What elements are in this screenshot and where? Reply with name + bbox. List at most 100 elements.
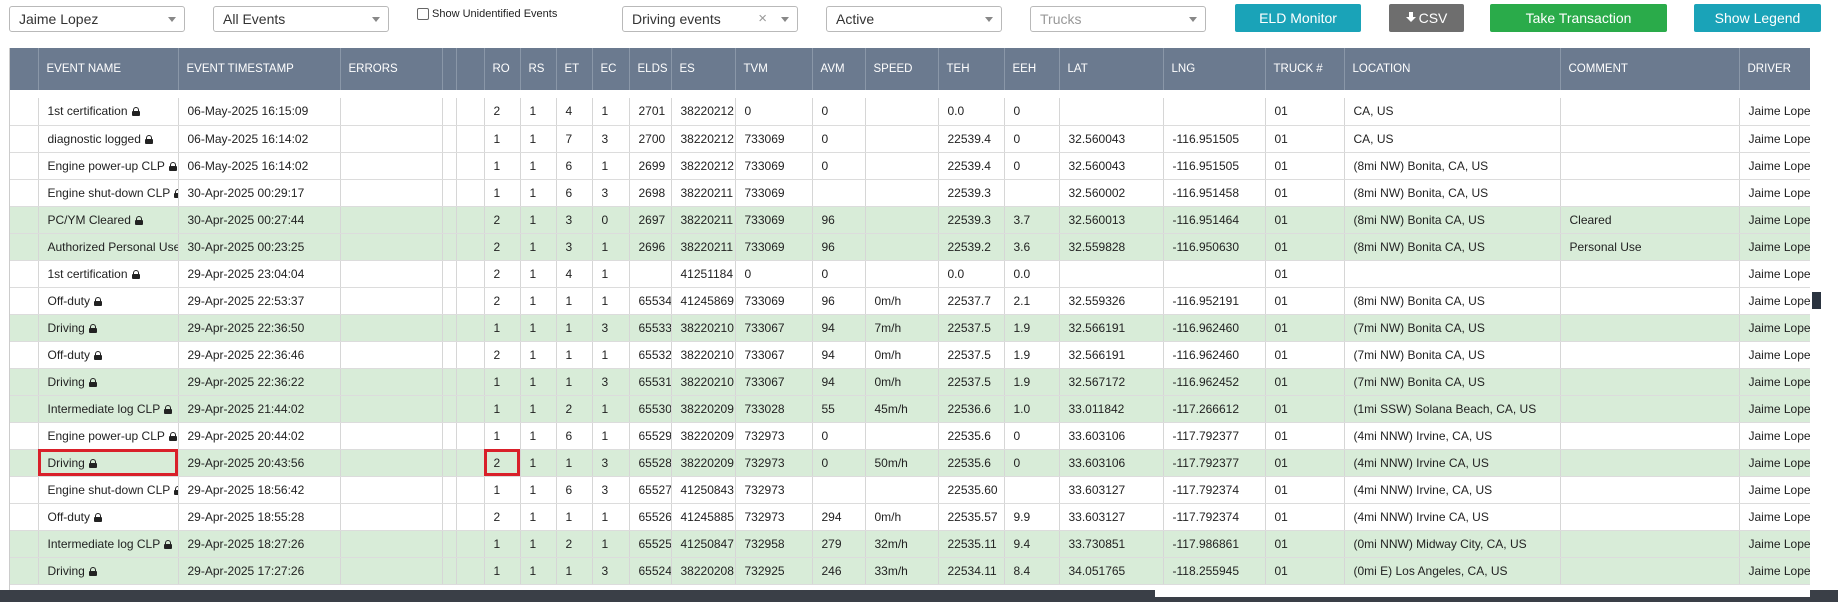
- cell-eeh: 9.9: [1004, 503, 1060, 531]
- show-legend-button[interactable]: Show Legend: [1694, 4, 1821, 32]
- cell-lng: -117.986861: [1163, 530, 1266, 558]
- cell-text: 8.4: [1013, 563, 1031, 578]
- cell-rs: 1: [520, 422, 557, 450]
- column-header-5[interactable]: [456, 48, 485, 90]
- table-row[interactable]: PC/YM Cleared 30-Apr-2025 00:27:44 2 1 3 0 269…: [10, 206, 1810, 234]
- cell-name: PC/YM Cleared: [38, 206, 179, 234]
- cell-text: 38220212: [680, 104, 734, 119]
- column-header-19[interactable]: TRUCK #: [1265, 48, 1345, 90]
- trucks-select[interactable]: Trucks: [1030, 6, 1206, 32]
- cell-eeh: 3.6: [1004, 233, 1060, 261]
- table-row[interactable]: Intermediate log CLP 29-Apr-2025 21:44:02…: [10, 395, 1810, 423]
- cell-text: Jaime Lopez: [1748, 158, 1811, 173]
- chevron-down-icon: [781, 17, 789, 22]
- take-transaction-label: Take Transaction: [1525, 10, 1632, 26]
- cell-text: 733067: [744, 347, 785, 362]
- cell-location: (4mi NNW) Irvine CA, US: [1344, 503, 1561, 531]
- table-row[interactable]: Driving 29-Apr-2025 17:27:26 1 1 1 3 65524 3822…: [10, 557, 1810, 585]
- events-select[interactable]: All Events: [213, 6, 389, 32]
- column-header-7[interactable]: RS: [520, 48, 557, 90]
- cell-text: 0m/h: [874, 374, 902, 389]
- table-row[interactable]: Driving 29-Apr-2025 22:36:50 1 1 1 3 65533 3822…: [10, 314, 1810, 342]
- cell-text: Jaime Lopez: [1748, 293, 1811, 308]
- cell-driver: Jaime Lopez: [1739, 233, 1810, 261]
- cell-eeh: [1004, 476, 1060, 504]
- column-header-16[interactable]: EEH: [1004, 48, 1060, 90]
- cell-empty: [456, 530, 485, 558]
- table-row[interactable]: Driving 29-Apr-2025 22:36:22 1 1 1 3 65531 3822…: [10, 368, 1810, 396]
- table-row[interactable]: Off-duty 29-Apr-2025 22:53:37 2 1 1 1 65534 412…: [10, 287, 1811, 315]
- cell-text: 3: [601, 320, 609, 335]
- clear-icon[interactable]: ×: [758, 7, 767, 31]
- cell-text: 6: [565, 158, 573, 173]
- column-header-22[interactable]: DRIVER: [1739, 48, 1810, 90]
- table-row[interactable]: diagnostic logged 06-May-2025 16:14:02 1 1 7…: [10, 125, 1810, 153]
- vertical-scrollbar-thumb[interactable]: [1812, 292, 1821, 309]
- column-header-11[interactable]: ES: [671, 48, 736, 90]
- cell-text: 1: [493, 374, 501, 389]
- cell-empty: [456, 476, 485, 504]
- cell-empty: [456, 341, 485, 369]
- column-header-15[interactable]: TEH: [938, 48, 1005, 90]
- column-header-0[interactable]: [10, 48, 39, 90]
- table-row[interactable]: Off-duty 29-Apr-2025 18:55:28 2 1 1 1 65526 412…: [10, 503, 1810, 531]
- column-header-10[interactable]: ELDS: [629, 48, 672, 90]
- column-header-3[interactable]: ERRORS: [340, 48, 443, 90]
- cell-rs: 1: [520, 287, 557, 315]
- column-header-17[interactable]: LAT: [1059, 48, 1164, 90]
- csv-button[interactable]: CSV: [1389, 4, 1464, 32]
- cell-truck: 01: [1265, 341, 1345, 369]
- events-table-container[interactable]: EVENT NAME EVENT TIMESTAMP ERRORS RO RS ET EC E…: [9, 48, 1810, 590]
- cell-driver: Jaime Lopez: [1739, 530, 1810, 558]
- column-header-20[interactable]: LOCATION: [1344, 48, 1561, 90]
- table-row[interactable]: Engine power-up CLP 06-May-2025 16:14:02 1…: [10, 152, 1811, 180]
- table-row[interactable]: 1st certification 29-Apr-2025 23:04:04 2 1 4…: [10, 260, 1810, 288]
- horizontal-scrollbar-thumb[interactable]: [1155, 590, 1810, 597]
- show-unidentified-checkbox[interactable]: [417, 8, 429, 20]
- cell-text: 0.0: [1013, 266, 1031, 281]
- cell-speed: [865, 422, 939, 450]
- column-header-18[interactable]: LNG: [1163, 48, 1266, 90]
- cell-empty: [340, 287, 443, 315]
- table-row[interactable]: Off-duty 29-Apr-2025 22:36:46 2 1 1 1 65532 382…: [10, 341, 1810, 369]
- cell-avm: 0: [812, 125, 866, 153]
- driver-select[interactable]: Jaime Lopez: [9, 6, 185, 32]
- column-header-4[interactable]: [442, 48, 457, 90]
- cell-text: 7m/h: [874, 320, 902, 335]
- table-row[interactable]: Driving 29-Apr-2025 20:43:56 2 1 1 3 65528 3822…: [10, 449, 1810, 477]
- take-transaction-button[interactable]: Take Transaction: [1490, 4, 1667, 32]
- column-header-21[interactable]: COMMENT: [1560, 48, 1740, 90]
- cell-text: 246: [821, 563, 842, 578]
- table-row[interactable]: Authorized Personal Use 30-Apr-2025 00:23…: [10, 233, 1810, 261]
- cell-lat: 33.730851: [1059, 530, 1164, 558]
- table-row[interactable]: Engine shut-down CLP 30-Apr-2025 00:29:17…: [10, 179, 1810, 207]
- event-type-select[interactable]: Driving events ×: [622, 6, 798, 32]
- eld-monitor-button[interactable]: ELD Monitor: [1235, 4, 1361, 32]
- table-row[interactable]: 1st certification 06-May-2025 16:15:09 2 1 4…: [10, 98, 1810, 126]
- cell-tvm: 733067: [735, 314, 813, 342]
- cell-location: (4mi NNW) Irvine, CA, US: [1344, 476, 1561, 504]
- cell-text: (8mi NW) Bonita, CA, US: [1353, 185, 1489, 200]
- status-select[interactable]: Active: [826, 6, 1002, 32]
- table-row[interactable]: Engine shut-down CLP 29-Apr-2025 18:56:42…: [10, 476, 1810, 504]
- table-row[interactable]: Engine power-up CLP 29-Apr-2025 20:44:02 1…: [10, 422, 1810, 450]
- column-header-8[interactable]: ET: [556, 48, 593, 90]
- cell-ec: 1: [592, 98, 630, 126]
- column-header-14[interactable]: SPEED: [865, 48, 939, 90]
- cell-avm: 0: [812, 449, 866, 477]
- cell-text: 38220210: [680, 320, 734, 335]
- cell-text: 733069: [744, 185, 785, 200]
- column-header-12[interactable]: TVM: [735, 48, 813, 90]
- cell-empty: [442, 449, 457, 477]
- cell-comment: [1560, 152, 1740, 180]
- column-header-9[interactable]: EC: [592, 48, 630, 90]
- cell-et: 1: [556, 314, 593, 342]
- table-row[interactable]: Intermediate log CLP 29-Apr-2025 18:27:26…: [10, 530, 1810, 558]
- column-header-6[interactable]: RO: [484, 48, 521, 90]
- column-header-1[interactable]: EVENT NAME: [38, 48, 179, 90]
- cell-text: 0: [1013, 131, 1021, 146]
- cell-eeh: 0.0: [1004, 260, 1060, 288]
- show-unidentified-toggle[interactable]: Show Unidentified Events: [417, 8, 557, 20]
- column-header-2[interactable]: EVENT TIMESTAMP: [178, 48, 341, 90]
- column-header-13[interactable]: AVM: [812, 48, 866, 90]
